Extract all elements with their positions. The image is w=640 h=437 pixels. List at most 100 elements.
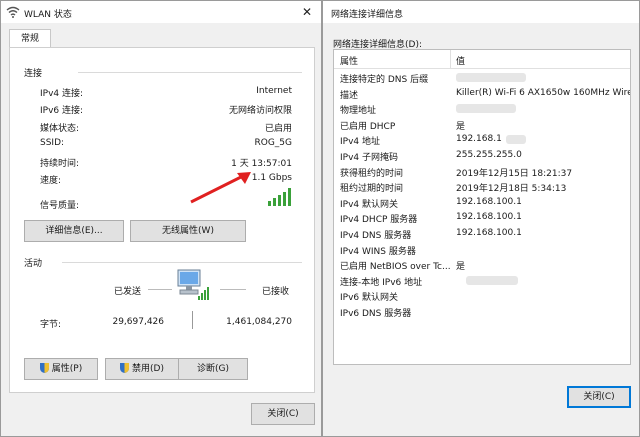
value-cell: 192.168.100.1 [456,228,522,238]
value-cell: 192.168.100.1 [456,212,522,223]
list-item[interactable]: IPv4 地址 192.168.1 [334,132,630,148]
list-item[interactable]: 物理地址 [334,101,630,117]
wifi-icon [6,6,20,21]
value-cell: 192.168.1 [456,134,502,145]
header-divider[interactable] [450,50,451,68]
list-item[interactable]: IPv6 DNS 服务器 [334,304,630,320]
value-cell: 2019年12月18日 5:34:13 [456,184,567,195]
list-item[interactable]: IPv4 WINS 服务器 [334,242,630,258]
value-cell: 255.255.255.0 [456,150,522,160]
connection-row-value: ROG_5G [254,138,292,149]
value-cell: 2019年12月15日 18:21:37 [456,168,573,179]
details-list[interactable]: 属性 值 连接特定的 DNS 后缀 描述 Killer(R) Wi-Fi 6 AX1… [333,49,631,365]
list-item[interactable]: IPv6 默认网关 [334,288,630,304]
property-cell: IPv6 默认网关 [340,293,398,304]
red-arrow-annotation [189,169,253,208]
received-line [220,289,246,290]
details-button[interactable]: 详细信息(E)... [24,220,124,242]
property-cell: 连接-本地 IPv6 地址 [340,277,423,288]
signal-quality-label: 信号质量: [40,201,80,211]
value-cell: 是 [456,121,466,132]
property-cell: IPv4 默认网关 [340,199,398,210]
list-item[interactable]: IPv4 DNS 服务器 192.168.100.1 [334,226,630,242]
list-item[interactable]: 连接特定的 DNS 后缀 [334,70,630,86]
value-cell: Killer(R) Wi-Fi 6 AX1650w 160MHz Wire [456,87,631,98]
property-cell: IPv4 DNS 服务器 [340,231,412,241]
list-item[interactable]: 已启用 DHCP 是 [334,117,630,133]
property-cell: 已启用 DHCP [340,121,396,132]
window-title: 网络连接详细信息 [331,10,404,20]
diagnose-button[interactable]: 诊断(G) [178,358,248,380]
list-item[interactable]: IPv4 默认网关 192.168.100.1 [334,195,630,211]
properties-button[interactable]: 属性(P) [24,358,98,380]
details-button-label: 详细信息(E)... [45,226,103,236]
window-title: WLAN 状态 [24,10,72,20]
header-property[interactable]: 属性 [340,54,358,67]
list-item[interactable]: IPv4 子网掩码 255.255.255.0 [334,148,630,164]
list-header: 属性 值 [334,50,630,69]
list-item[interactable]: IPv4 DHCP 服务器 192.168.100.1 [334,210,630,226]
connection-row-label: 持续时间: [40,158,80,169]
connection-row-value: 无网络访问权限 [228,106,292,117]
property-cell: 连接特定的 DNS 后缀 [340,75,429,85]
bytes-label: 字节: [40,320,62,330]
signal-bars-icon [268,188,292,209]
property-cell: IPv4 子网掩码 [340,153,398,163]
property-cell: 租约过期的时间 [340,184,404,195]
close-icon[interactable]: ✕ [298,3,316,21]
wlan-status-window: WLAN 状态 ✕ 常规 连接 IPv4 连接: Internet IPv6 连接:… [0,0,322,437]
network-computer-icon [174,268,212,305]
redacted-blur [466,275,518,285]
list-item[interactable]: 连接-本地 IPv6 地址 [334,273,630,289]
close-button[interactable]: 关闭(C) [251,403,315,425]
list-item[interactable]: 描述 Killer(R) Wi-Fi 6 AX1650w 160MHz Wire [334,86,630,102]
connection-row-label: IPv4 连接: [40,89,84,99]
bytes-sent-value: 29,697,426 [112,317,164,327]
connection-row-value: 1.1 Gbps [251,173,292,183]
connection-row-value: 1 天 13:57:01 [231,158,292,169]
general-panel: 连接 IPv4 连接: Internet IPv6 连接: 无网络访问权限 媒体状态: 已… [9,47,315,393]
connection-row-label: SSID: [40,138,65,149]
list-item[interactable]: 租约过期的时间 2019年12月18日 5:34:13 [334,179,630,195]
connection-row-label: 速度: [40,176,62,186]
wireless-properties-button-label: 无线属性(W) [162,226,214,236]
disable-button[interactable]: 禁用(D) [105,358,179,380]
sent-label: 已发送 [114,287,142,297]
diagnose-button-label: 诊断(G) [197,364,229,374]
activity-divider [62,262,302,263]
properties-button-label: 属性(P) [51,364,83,374]
title-bar: 网络连接详细信息 [323,1,639,23]
redacted-blur [506,135,526,145]
close-button-label: 关闭(C) [583,392,615,402]
property-cell: IPv4 地址 [340,137,380,148]
disable-button-label: 禁用(D) [132,364,164,374]
connection-heading: 连接 [24,69,43,79]
close-button[interactable]: 关闭(C) [567,386,631,408]
list-item[interactable]: 获得租约的时间 2019年12月15日 18:21:37 [334,164,630,180]
property-cell: 获得租约的时间 [340,168,404,179]
redacted-blur [456,104,516,114]
activity-heading: 活动 [24,259,43,269]
shield-icon [120,361,130,373]
list-item[interactable]: 已启用 NetBIOS over Tc... 是 [334,257,630,273]
property-cell: 已启用 NetBIOS over Tc... [340,262,451,273]
connection-divider [78,72,302,73]
property-cell: IPv4 WINS 服务器 [340,246,416,257]
tab-general[interactable]: 常规 [9,29,51,48]
tab-general-label: 常规 [20,34,39,44]
property-cell: IPv6 DNS 服务器 [340,309,412,319]
property-cell: 描述 [340,90,359,101]
close-button-label: 关闭(C) [267,409,299,419]
bytes-received-value: 1,461,084,270 [226,317,292,327]
connection-row-label: IPv6 连接: [40,106,84,117]
value-cell: 192.168.100.1 [456,196,522,207]
header-value[interactable]: 值 [456,54,465,67]
property-cell: IPv4 DHCP 服务器 [340,215,418,226]
connection-row-value: 已启用 [264,123,292,134]
value-cell: 是 [456,262,466,273]
redacted-blur [456,73,526,82]
title-bar: WLAN 状态 ✕ [1,1,321,23]
wireless-properties-button[interactable]: 无线属性(W) [130,220,246,242]
bytes-divider [192,311,193,329]
sent-line [148,289,172,290]
